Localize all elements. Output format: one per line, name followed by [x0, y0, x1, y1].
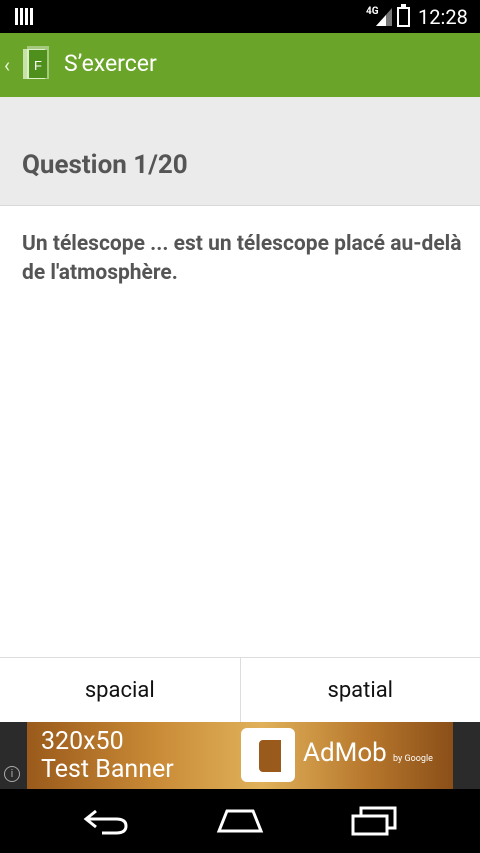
signal-icon: [376, 8, 392, 26]
app-logo-icon[interactable]: F: [22, 46, 52, 82]
status-bar: 4G 12:28: [0, 0, 480, 33]
question-text: Un télescope ... est un télescope placé …: [22, 232, 462, 285]
app-logo-letter: F: [34, 58, 42, 73]
ad-test-label: Test Banner: [41, 755, 174, 784]
admob-logo-icon: [241, 728, 295, 782]
ad-info-icon[interactable]: i: [4, 766, 20, 782]
recents-icon[interactable]: [344, 803, 404, 839]
home-icon[interactable]: [210, 803, 270, 839]
back-icon[interactable]: [76, 803, 136, 839]
answer-options: spacial spatial: [0, 657, 480, 722]
screen-title: S’exercer: [64, 50, 157, 77]
action-bar: ‹ F S’exercer: [0, 33, 480, 97]
question-header: Question 1/20: [0, 97, 480, 206]
answer-button-1[interactable]: spacial: [0, 658, 240, 722]
ad-size-label: 320x50: [41, 727, 124, 756]
question-counter: Question 1/20: [22, 150, 188, 180]
notification-icon: [15, 8, 33, 25]
system-nav-bar: [0, 789, 480, 853]
up-navigation-icon[interactable]: ‹: [4, 53, 10, 77]
clock: 12:28: [418, 5, 468, 29]
ad-byline: by Google: [393, 754, 433, 764]
answer-button-2[interactable]: spatial: [239, 658, 480, 722]
ad-banner[interactable]: 320x50 Test Banner AdMob by Google: [27, 722, 453, 789]
battery-icon: [397, 4, 410, 27]
ad-brand: AdMob: [303, 738, 387, 768]
ad-area: i 320x50 Test Banner AdMob by Google: [0, 722, 480, 789]
